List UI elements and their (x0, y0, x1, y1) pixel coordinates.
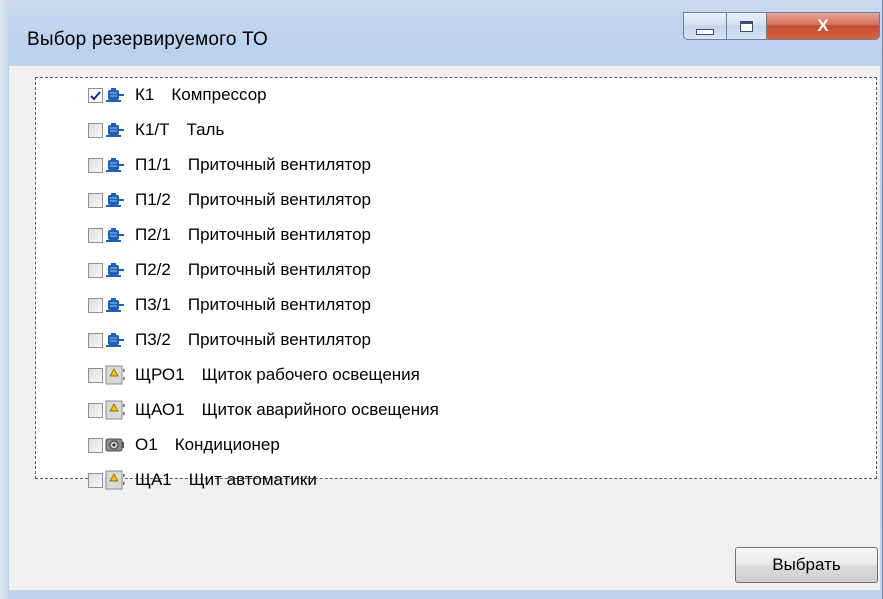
motor-icon (105, 260, 125, 280)
tree-item[interactable]: П2/1 Приточный вентилятор (88, 224, 371, 246)
close-icon: X (817, 16, 829, 35)
item-code: К1 (135, 85, 155, 104)
motor-icon (105, 120, 125, 140)
item-name: Щит автоматики (188, 470, 317, 489)
checkbox[interactable] (88, 402, 103, 418)
minimize-button[interactable] (683, 12, 727, 40)
item-name: Щиток аварийного освещения (201, 400, 439, 419)
item-code: К1/Т (135, 120, 170, 139)
motor-icon (105, 155, 125, 175)
tree-item[interactable]: П2/2 Приточный вентилятор (88, 259, 371, 281)
item-name: Приточный вентилятор (187, 330, 371, 349)
item-code: П2/1 (135, 225, 171, 244)
caption-buttons: X (683, 12, 880, 42)
tree-item[interactable]: ЩРО1 Щиток рабочего освещения (88, 364, 420, 386)
maximize-icon (740, 20, 753, 32)
panel-icon (105, 470, 125, 490)
checkbox[interactable] (88, 157, 103, 173)
select-button[interactable]: Выбрать (735, 547, 878, 583)
tree-item[interactable]: К1/Т Таль (88, 119, 224, 141)
air-conditioner-icon (105, 435, 125, 455)
equipment-tree[interactable]: К1 Компрессор К1/Т Таль П1/1 Приточный вентил… (35, 77, 877, 490)
window-title: Выбор резервируемого ТО (27, 29, 269, 50)
tree-item[interactable]: П3/2 Приточный вентилятор (88, 329, 371, 351)
tree-item[interactable]: П1/1 Приточный вентилятор (88, 154, 371, 176)
item-code: П3/1 (135, 295, 171, 314)
dialog-window: Выбор резервируемого ТО X К1 Компрессор К1… (0, 0, 883, 599)
item-code: ЩАО1 (135, 400, 185, 419)
item-name: Таль (186, 120, 225, 139)
panel-icon (105, 400, 125, 420)
tree-item[interactable]: О1 Кондиционер (88, 434, 280, 456)
dialog-client-area: К1 Компрессор К1/Т Таль П1/1 Приточный вентил… (9, 66, 880, 590)
tree-item[interactable]: ЩАО1 Щиток аварийного освещения (88, 399, 439, 421)
motor-icon (105, 225, 125, 245)
checkbox[interactable] (88, 472, 103, 488)
tree-item[interactable]: П1/2 Приточный вентилятор (88, 189, 371, 211)
item-code: П3/2 (135, 330, 171, 349)
item-code: П1/1 (135, 155, 171, 174)
minimize-icon (696, 29, 714, 35)
motor-icon (105, 330, 125, 350)
checkbox[interactable] (88, 367, 103, 383)
checkbox[interactable] (88, 262, 103, 278)
tree-item[interactable]: К1 Компрессор (88, 84, 267, 106)
item-name: Приточный вентилятор (187, 260, 371, 279)
item-code: ЩА1 (135, 470, 172, 489)
checkbox[interactable] (88, 192, 103, 208)
item-name: Приточный вентилятор (187, 155, 371, 174)
item-name: Компрессор (171, 85, 267, 104)
tree-item[interactable]: ЩА1 Щит автоматики (88, 469, 317, 491)
window-left-edge (0, 0, 8, 599)
tree-item[interactable]: П3/1 Приточный вентилятор (88, 294, 371, 316)
motor-icon (105, 190, 125, 210)
item-code: ЩРО1 (135, 365, 185, 384)
motor-icon (105, 295, 125, 315)
panel-icon (105, 365, 125, 385)
motor-icon (105, 85, 125, 105)
item-name: Приточный вентилятор (187, 190, 371, 209)
close-button[interactable]: X (767, 12, 880, 40)
item-name: Кондиционер (174, 435, 280, 454)
checkbox[interactable] (88, 297, 103, 313)
checkbox[interactable] (88, 122, 103, 138)
checkbox[interactable] (88, 437, 103, 453)
item-code: О1 (135, 435, 158, 454)
item-name: Приточный вентилятор (187, 295, 371, 314)
checkbox[interactable] (88, 332, 103, 348)
maximize-button[interactable] (727, 12, 767, 40)
checkbox-checked[interactable] (88, 87, 103, 103)
checkbox[interactable] (88, 227, 103, 243)
checkmark-icon (90, 90, 101, 100)
item-name: Щиток рабочего освещения (201, 365, 420, 384)
item-code: П2/2 (135, 260, 171, 279)
item-name: Приточный вентилятор (187, 225, 371, 244)
item-code: П1/2 (135, 190, 171, 209)
